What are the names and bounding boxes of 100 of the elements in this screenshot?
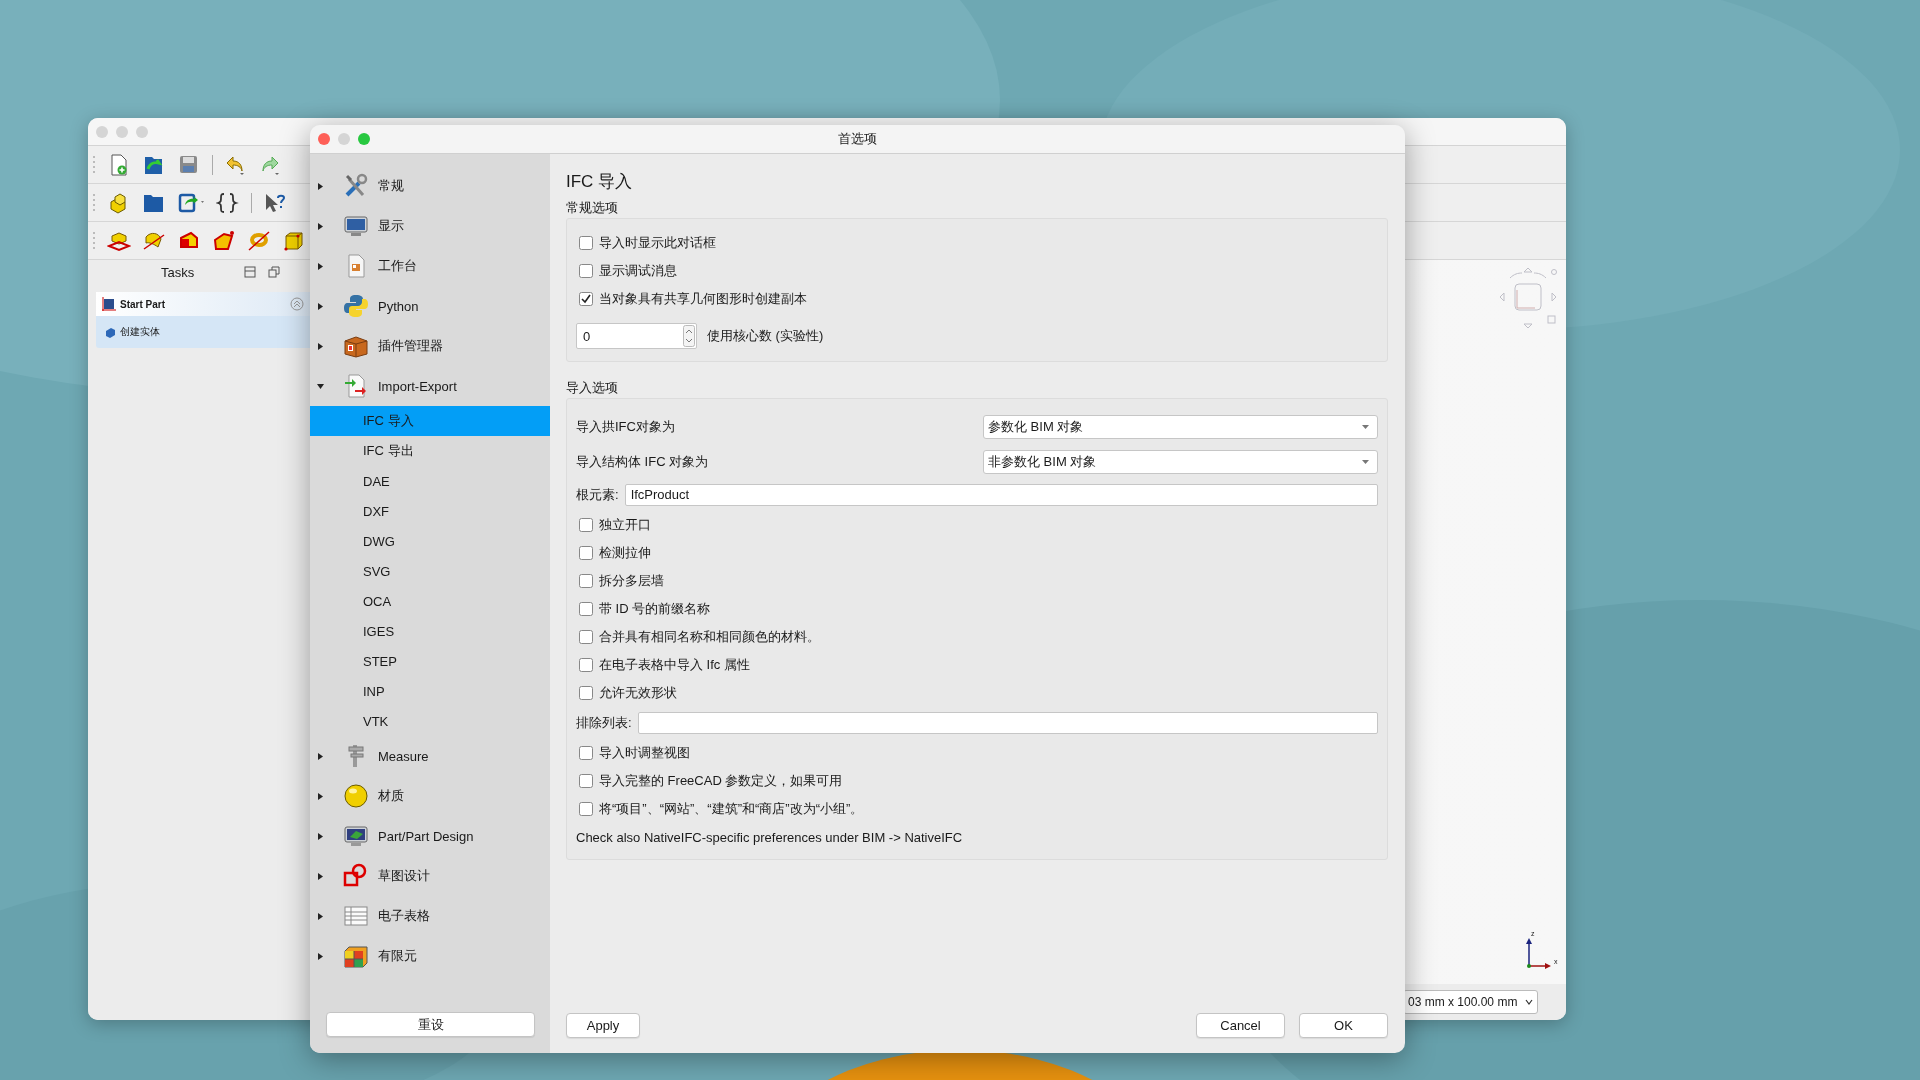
- checkbox[interactable]: [579, 264, 593, 278]
- tree-item[interactable]: 电子表格: [310, 896, 550, 936]
- tree-item[interactable]: 材质: [310, 776, 550, 816]
- toolbar-grip-icon: [92, 191, 96, 214]
- tree-item[interactable]: 插件管理器: [310, 326, 550, 366]
- tree-item[interactable]: 常规: [310, 166, 550, 206]
- checkbox[interactable]: [579, 546, 593, 560]
- table-icon: [343, 903, 369, 929]
- checkbox[interactable]: [579, 236, 593, 250]
- apply-button[interactable]: Apply: [566, 1013, 640, 1038]
- tree-item[interactable]: Measure: [310, 736, 550, 776]
- field-label: 排除列表:: [576, 714, 632, 732]
- reset-button[interactable]: 重设: [326, 1012, 535, 1037]
- collapse-arrow-icon[interactable]: [317, 382, 324, 390]
- tools-icon: [343, 173, 369, 199]
- tree-item[interactable]: SVG: [310, 556, 550, 586]
- sketch-shapes-icon: [343, 863, 369, 889]
- checkbox-label: 合并具有相同名称和相同颜色的材料。: [599, 628, 820, 646]
- cancel-button[interactable]: Cancel: [1196, 1013, 1285, 1038]
- sweep-icon[interactable]: [212, 228, 236, 253]
- expand-arrow-icon[interactable]: [317, 342, 324, 350]
- expand-arrow-icon[interactable]: [317, 182, 324, 190]
- text-field[interactable]: [637, 712, 1378, 734]
- tree-item[interactable]: 草图设计: [310, 856, 550, 896]
- tree-item[interactable]: VTK: [310, 706, 550, 736]
- close-button[interactable]: [318, 133, 330, 145]
- text-field[interactable]: IfcProduct: [624, 484, 1378, 506]
- stepper-icon[interactable]: [683, 325, 695, 347]
- tree-item[interactable]: STEP: [310, 646, 550, 676]
- expand-arrow-icon[interactable]: [317, 872, 324, 880]
- dropdown[interactable]: 非参数化 BIM 对象: [983, 449, 1378, 474]
- task-link[interactable]: 创建实体: [96, 316, 310, 348]
- checkbox-label: 导入时调整视图: [599, 744, 690, 762]
- tree-item[interactable]: IFC 导入: [310, 406, 550, 436]
- dropdown[interactable]: 参数化 BIM 对象: [983, 414, 1378, 439]
- checkbox[interactable]: [579, 774, 593, 788]
- field-caption: 使用核心数 (实验性): [707, 327, 824, 345]
- checkbox[interactable]: [579, 802, 593, 816]
- tree-item[interactable]: OCA: [310, 586, 550, 616]
- panel-heading: Start Part: [120, 298, 166, 310]
- checkbox[interactable]: [579, 746, 593, 760]
- expand-arrow-icon[interactable]: [317, 832, 324, 840]
- checkbox[interactable]: [579, 658, 593, 672]
- tree-item[interactable]: 有限元: [310, 936, 550, 976]
- expand-arrow-icon[interactable]: [317, 912, 324, 920]
- part-box-icon: [102, 297, 116, 311]
- tree-item[interactable]: INP: [310, 676, 550, 706]
- units-dropdown[interactable]: 03 mm x 100.00 mm: [1403, 990, 1538, 1014]
- python-icon: [343, 293, 369, 319]
- checkbox-label: 在电子表格中导入 Ifc 属性: [599, 656, 750, 674]
- window-title: 首选项: [838, 130, 877, 148]
- checkbox-label: 带 ID 号的前缀名称: [599, 600, 711, 618]
- checkbox-label: 允许无效形状: [599, 684, 677, 702]
- monitor-part-icon: [343, 823, 369, 849]
- note-text: Check also NativeIFC-specific preferences under BIM -> NativeIFC: [576, 829, 963, 845]
- checkbox[interactable]: [579, 518, 593, 532]
- tree-item[interactable]: DWG: [310, 526, 550, 556]
- checkbox[interactable]: [579, 686, 593, 700]
- expand-arrow-icon[interactable]: [317, 222, 324, 230]
- expand-arrow-icon[interactable]: [317, 752, 324, 760]
- collapse-icon[interactable]: [290, 297, 304, 311]
- checkbox-label: 当对象具有共享几何图形时创建副本: [599, 290, 807, 308]
- tree-item[interactable]: 工作台: [310, 246, 550, 286]
- checkbox[interactable]: [579, 630, 593, 644]
- tree-item[interactable]: DAE: [310, 466, 550, 496]
- checkbox-label: 拆分多层墙: [599, 572, 664, 590]
- mesh-cube-icon: [343, 943, 369, 969]
- tree-item[interactable]: Part/Part Design: [310, 816, 550, 856]
- expand-arrow-icon[interactable]: [317, 302, 324, 310]
- panel-title: Tasks: [161, 264, 195, 280]
- checkbox[interactable]: [579, 602, 593, 616]
- float-icon[interactable]: [268, 266, 281, 278]
- checkbox[interactable]: [579, 292, 593, 306]
- tree-item[interactable]: Import-Export: [310, 366, 550, 406]
- monitor-icon: [343, 213, 369, 239]
- tree-item[interactable]: IFC 导出: [310, 436, 550, 466]
- braces-icon[interactable]: [216, 190, 240, 215]
- field-label: 导入结构体 IFC 对象为: [576, 452, 709, 471]
- tree-item[interactable]: IGES: [310, 616, 550, 646]
- checkbox-label: 独立开口: [599, 516, 651, 534]
- checkbox-label: 显示调试消息: [599, 262, 677, 280]
- tree-item[interactable]: 显示: [310, 206, 550, 246]
- tree-item[interactable]: DXF: [310, 496, 550, 526]
- number-field[interactable]: 0: [576, 323, 697, 349]
- sphere-icon: [343, 783, 369, 809]
- torus-icon[interactable]: [247, 228, 271, 253]
- expand-arrow-icon[interactable]: [317, 262, 324, 270]
- checkbox[interactable]: [579, 574, 593, 588]
- expand-arrow-icon[interactable]: [317, 792, 324, 800]
- checkbox-label: 将“项目”、“网站”、“建筑”和“商店”改为“小组”。: [599, 800, 864, 818]
- checkbox-label: 导入完整的 FreeCAD 参数定义，如果可用: [599, 772, 843, 790]
- tree-item[interactable]: Python: [310, 286, 550, 326]
- package-icon: [343, 333, 369, 359]
- field-label: 根元素:: [576, 486, 619, 504]
- ok-button[interactable]: OK: [1299, 1013, 1388, 1038]
- expand-arrow-icon[interactable]: [317, 952, 324, 960]
- dock-icon[interactable]: [244, 266, 257, 278]
- caret-icon: [1525, 999, 1533, 1005]
- import-export-icon: [343, 373, 369, 399]
- caret-icon: [1362, 459, 1369, 464]
